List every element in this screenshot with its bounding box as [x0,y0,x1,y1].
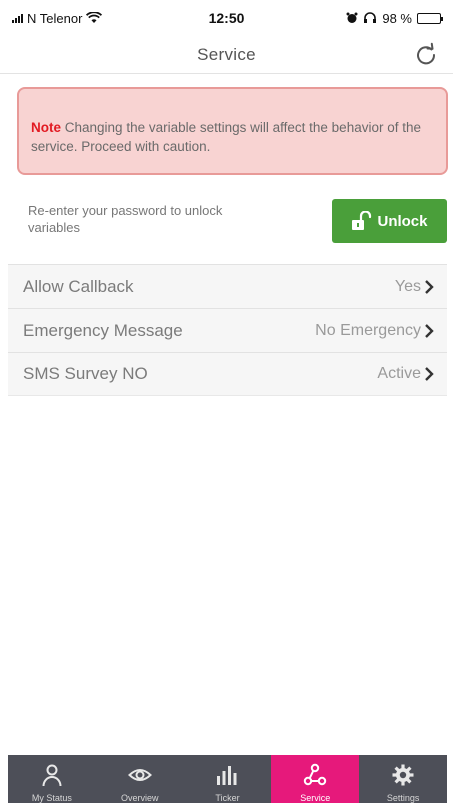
tab-service[interactable]: Service [271,755,360,803]
unlock-hint: Re-enter your password to unlock variabl… [28,203,223,235]
setting-value: No Emergency [315,321,421,339]
battery-percent: 98 % [382,10,412,26]
tab-label: My Status [31,793,72,803]
tab-ticker[interactable]: Ticker [184,755,272,803]
headphones-icon [364,12,377,23]
chevron-right-icon [425,279,434,294]
note-text: Changing the variable settings will affe… [31,120,421,154]
setting-label: SMS Survey NO [23,364,148,383]
setting-value-group: No Emergency [315,322,435,340]
warning-note: Note Changing the variable settings will… [17,87,448,175]
unlock-row: Re-enter your password to unlock variabl… [0,196,453,264]
unlock-label: Unlock [377,212,428,230]
carrier-name: N Telenor [27,10,83,26]
signal-icon [12,13,23,23]
tab-label: Overview [120,793,159,803]
status-left: N Telenor [12,11,162,26]
tab-overview[interactable]: Overview [96,755,184,803]
bar-chart-icon [217,766,237,785]
person-icon [42,764,62,787]
tab-bar: My Status Overview Ticker Service Settin… [8,755,447,803]
setting-value-group: Yes [395,278,435,296]
eye-icon [127,769,152,781]
setting-row-sms-survey[interactable]: SMS Survey NO Active [8,352,447,396]
refresh-button[interactable] [413,42,439,68]
chevron-right-icon [425,367,434,381]
tab-label: Settings [386,793,420,803]
refresh-icon [417,42,436,65]
wifi-icon [86,12,103,23]
battery-icon [417,12,443,24]
chevron-right-icon [425,323,434,338]
alarm-icon [346,12,358,23]
setting-label: Emergency Message [23,320,183,340]
setting-label: Allow Callback [23,276,134,296]
tab-my-status[interactable]: My Status [8,755,96,803]
network-icon [304,763,327,786]
tab-settings[interactable]: Settings [359,755,447,803]
setting-value-group: Active [377,365,435,383]
status-bar: N Telenor 12:50 98 % [0,0,453,36]
tab-label: Ticker [215,793,240,803]
tab-label: Service [300,793,331,803]
setting-value: Active [377,365,421,382]
setting-value: Yes [394,277,421,295]
note-label: Note [31,120,61,135]
setting-row-allow-callback[interactable]: Allow Callback Yes [8,264,447,308]
gear-icon [392,764,414,786]
status-time: 12:50 [208,10,245,26]
nav-header: Service [0,36,453,74]
setting-row-emergency-message[interactable]: Emergency Message No Emergency [8,308,447,352]
unlock-icon [352,211,372,230]
settings-list: Allow Callback Yes Emergency Message No … [8,264,447,396]
page-title: Service [197,44,256,64]
unlock-button[interactable]: Unlock [332,199,447,243]
status-right: 98 % [291,10,443,26]
